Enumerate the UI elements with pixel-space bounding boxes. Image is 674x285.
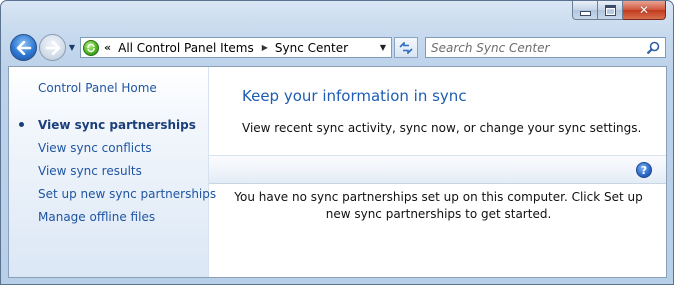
maximize-icon	[604, 4, 616, 16]
close-button[interactable]: ✕	[623, 1, 666, 20]
minimize-button[interactable]	[572, 1, 598, 20]
back-button[interactable]	[10, 34, 37, 61]
address-bar[interactable]: « All Control Panel Items ▶ Sync Center …	[80, 37, 392, 58]
sync-center-icon	[83, 39, 99, 56]
search-input[interactable]	[431, 40, 641, 55]
minimize-icon	[579, 10, 591, 16]
breadcrumb-separator-icon[interactable]: ▶	[262, 43, 268, 52]
task-set-up-new-sync-partnerships[interactable]: Set up new sync partnerships	[38, 186, 216, 209]
window-caption-buttons: ✕	[572, 1, 666, 21]
task-manage-offline-files[interactable]: Manage offline files	[38, 209, 216, 232]
back-arrow-icon	[16, 40, 31, 55]
chevron-down-icon: ▼	[68, 42, 76, 52]
task-view-sync-conflicts[interactable]: View sync conflicts	[38, 140, 216, 163]
task-view-sync-results[interactable]: View sync results	[38, 163, 216, 186]
task-pane: Control Panel Home View sync partnership…	[9, 67, 216, 277]
task-label: View sync partnerships	[38, 118, 196, 132]
task-label: Set up new sync partnerships	[38, 187, 217, 201]
task-label: Manage offline files	[38, 210, 156, 224]
chevron-down-icon: ▼	[379, 43, 387, 52]
forward-button[interactable]	[39, 34, 66, 61]
search-icon[interactable]	[646, 41, 660, 55]
address-dropdown-button[interactable]: ▼	[375, 38, 391, 57]
content-area: Control Panel Home View sync partnership…	[8, 66, 667, 278]
refresh-button[interactable]	[394, 37, 418, 58]
active-bullet-icon	[19, 122, 24, 127]
page-description: View recent sync activity, sync now, or …	[242, 121, 642, 135]
recent-pages-button[interactable]: ▼	[67, 40, 77, 54]
refresh-icon	[399, 41, 413, 54]
sync-center-window: ✕ ▼ « All Control Panel Items ▶ Sync Cen…	[0, 0, 674, 285]
page-title: Keep your information in sync	[242, 87, 467, 105]
forward-arrow-icon	[45, 40, 60, 55]
main-pane: Keep your information in sync View recen…	[209, 67, 666, 277]
maximize-button[interactable]	[598, 1, 623, 20]
control-panel-home-link[interactable]: Control Panel Home	[38, 81, 157, 95]
help-icon[interactable]: ?	[636, 162, 652, 178]
navigation-bar: ▼ « All Control Panel Items ▶ Sync Cente…	[1, 27, 673, 63]
empty-partnerships-message: You have no sync partnerships set up on …	[234, 190, 643, 221]
breadcrumb-all-control-panel-items[interactable]: All Control Panel Items	[118, 41, 254, 55]
breadcrumb-overflow-button[interactable]: «	[104, 41, 111, 54]
sync-arrows-icon	[87, 43, 95, 52]
search-box[interactable]	[425, 37, 666, 58]
task-list: View sync partnerships View sync conflic…	[19, 117, 216, 232]
task-label: View sync conflicts	[38, 141, 152, 155]
breadcrumb-sync-center[interactable]: Sync Center	[275, 41, 348, 55]
close-icon: ✕	[638, 3, 650, 17]
command-bar: ?	[209, 155, 666, 184]
task-label: View sync results	[38, 164, 142, 178]
task-view-sync-partnerships[interactable]: View sync partnerships	[19, 117, 216, 140]
